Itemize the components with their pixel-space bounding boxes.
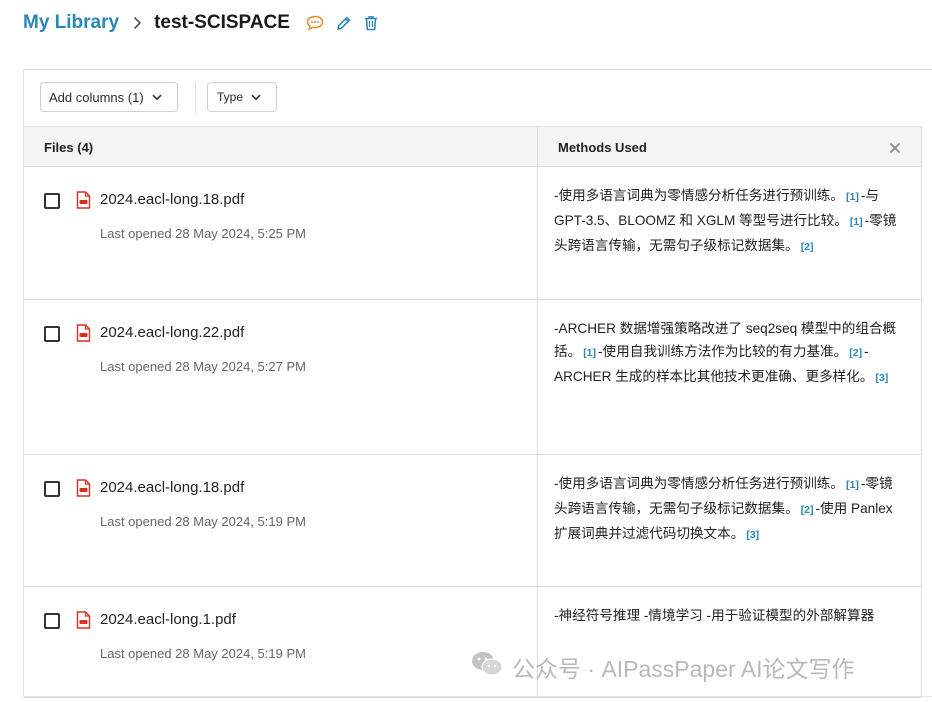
- pdf-file-icon: [76, 479, 91, 497]
- row-checkbox[interactable]: [44, 326, 60, 342]
- library-panel: Add columns (1) Type Files (4) Methods U…: [23, 69, 932, 698]
- file-name-link[interactable]: 2024.eacl-long.18.pdf: [100, 191, 244, 208]
- methods-column-header[interactable]: Methods Used: [558, 127, 647, 167]
- citation-link[interactable]: [2]: [801, 504, 814, 516]
- watermark-text: 公众号 · AIPassPaper AI论文写作: [512, 656, 855, 682]
- method-text: -使用多语言词典为零情感分析任务进行预训练。: [554, 476, 844, 491]
- edit-pencil-icon[interactable]: [336, 15, 352, 31]
- chevron-down-icon: [152, 94, 162, 101]
- chat-icon[interactable]: [306, 15, 324, 31]
- remove-column-close-icon[interactable]: [886, 139, 904, 157]
- citation-link[interactable]: [1]: [850, 216, 863, 228]
- column-divider: [537, 126, 538, 698]
- citation-link[interactable]: [3]: [875, 372, 888, 384]
- pdf-file-icon: [76, 191, 91, 209]
- citation-link[interactable]: [1]: [846, 479, 859, 491]
- table-right-border: [921, 126, 922, 698]
- citation-link[interactable]: [2]: [849, 347, 862, 359]
- chevron-right-icon: [133, 16, 142, 30]
- table-row[interactable]: 2024.eacl-long.18.pdf Last opened 28 May …: [24, 167, 922, 300]
- method-text: -使用自我训练方法作为比较的有力基准。: [598, 344, 848, 359]
- add-columns-label: Add columns (1): [49, 89, 144, 105]
- last-opened-date: Last opened 28 May 2024, 5:19 PM: [100, 646, 306, 661]
- page-title: test-SCISPACE: [154, 12, 290, 33]
- table-header: Files (4) Methods Used: [24, 126, 922, 167]
- last-opened-date: Last opened 28 May 2024, 5:27 PM: [100, 359, 306, 374]
- files-table: Files (4) Methods Used 2024.eacl-long.18…: [24, 126, 922, 698]
- row-checkbox[interactable]: [44, 481, 60, 497]
- method-text: -使用多语言词典为零情感分析任务进行预训练。: [554, 188, 844, 203]
- breadcrumb-my-library-link[interactable]: My Library: [23, 12, 119, 34]
- table-row[interactable]: 2024.eacl-long.18.pdf Last opened 28 May …: [24, 455, 922, 587]
- file-name-link[interactable]: 2024.eacl-long.22.pdf: [100, 324, 244, 341]
- files-column-header[interactable]: Files (4): [44, 127, 93, 167]
- methods-used-cell: -使用多语言词典为零情感分析任务进行预训练。 [1] -零镜头跨语言传输，无需句子级…: [554, 472, 906, 547]
- citation-link[interactable]: [1]: [846, 191, 859, 203]
- type-filter-button[interactable]: Type: [207, 82, 277, 112]
- toolbar-divider: [195, 82, 196, 114]
- chevron-down-icon: [251, 94, 261, 101]
- wechat-logo-icon: [470, 650, 504, 684]
- trash-icon[interactable]: [364, 15, 378, 31]
- citation-link[interactable]: [1]: [583, 347, 596, 359]
- table-row[interactable]: 2024.eacl-long.22.pdf Last opened 28 May …: [24, 300, 922, 455]
- file-name-link[interactable]: 2024.eacl-long.1.pdf: [100, 611, 236, 628]
- pdf-file-icon: [76, 611, 91, 629]
- row-checkbox[interactable]: [44, 613, 60, 629]
- last-opened-date: Last opened 28 May 2024, 5:25 PM: [100, 226, 306, 241]
- pdf-file-icon: [76, 324, 91, 342]
- file-name-link[interactable]: 2024.eacl-long.18.pdf: [100, 479, 244, 496]
- row-checkbox[interactable]: [44, 193, 60, 209]
- citation-link[interactable]: [3]: [746, 529, 759, 541]
- methods-used-cell: -使用多语言词典为零情感分析任务进行预训练。 [1] -与 GPT-3.5、BLOO…: [554, 184, 906, 259]
- watermark: 公众号 · AIPassPaper AI论文写作: [470, 650, 855, 684]
- last-opened-date: Last opened 28 May 2024, 5:19 PM: [100, 514, 306, 529]
- citation-link[interactable]: [2]: [801, 241, 814, 253]
- type-filter-label: Type: [217, 90, 244, 104]
- table-toolbar: Add columns (1) Type: [24, 70, 932, 126]
- method-text: -神经符号推理 -情境学习 -用于验证模型的外部解算器: [554, 608, 875, 623]
- methods-used-cell: -神经符号推理 -情境学习 -用于验证模型的外部解算器: [554, 604, 906, 627]
- add-columns-button[interactable]: Add columns (1): [40, 82, 178, 112]
- breadcrumb: My Library test-SCISPACE: [23, 10, 378, 36]
- methods-used-cell: -ARCHER 数据增强策略改进了 seq2seq 模型中的组合概括。 [1] -使…: [554, 317, 906, 390]
